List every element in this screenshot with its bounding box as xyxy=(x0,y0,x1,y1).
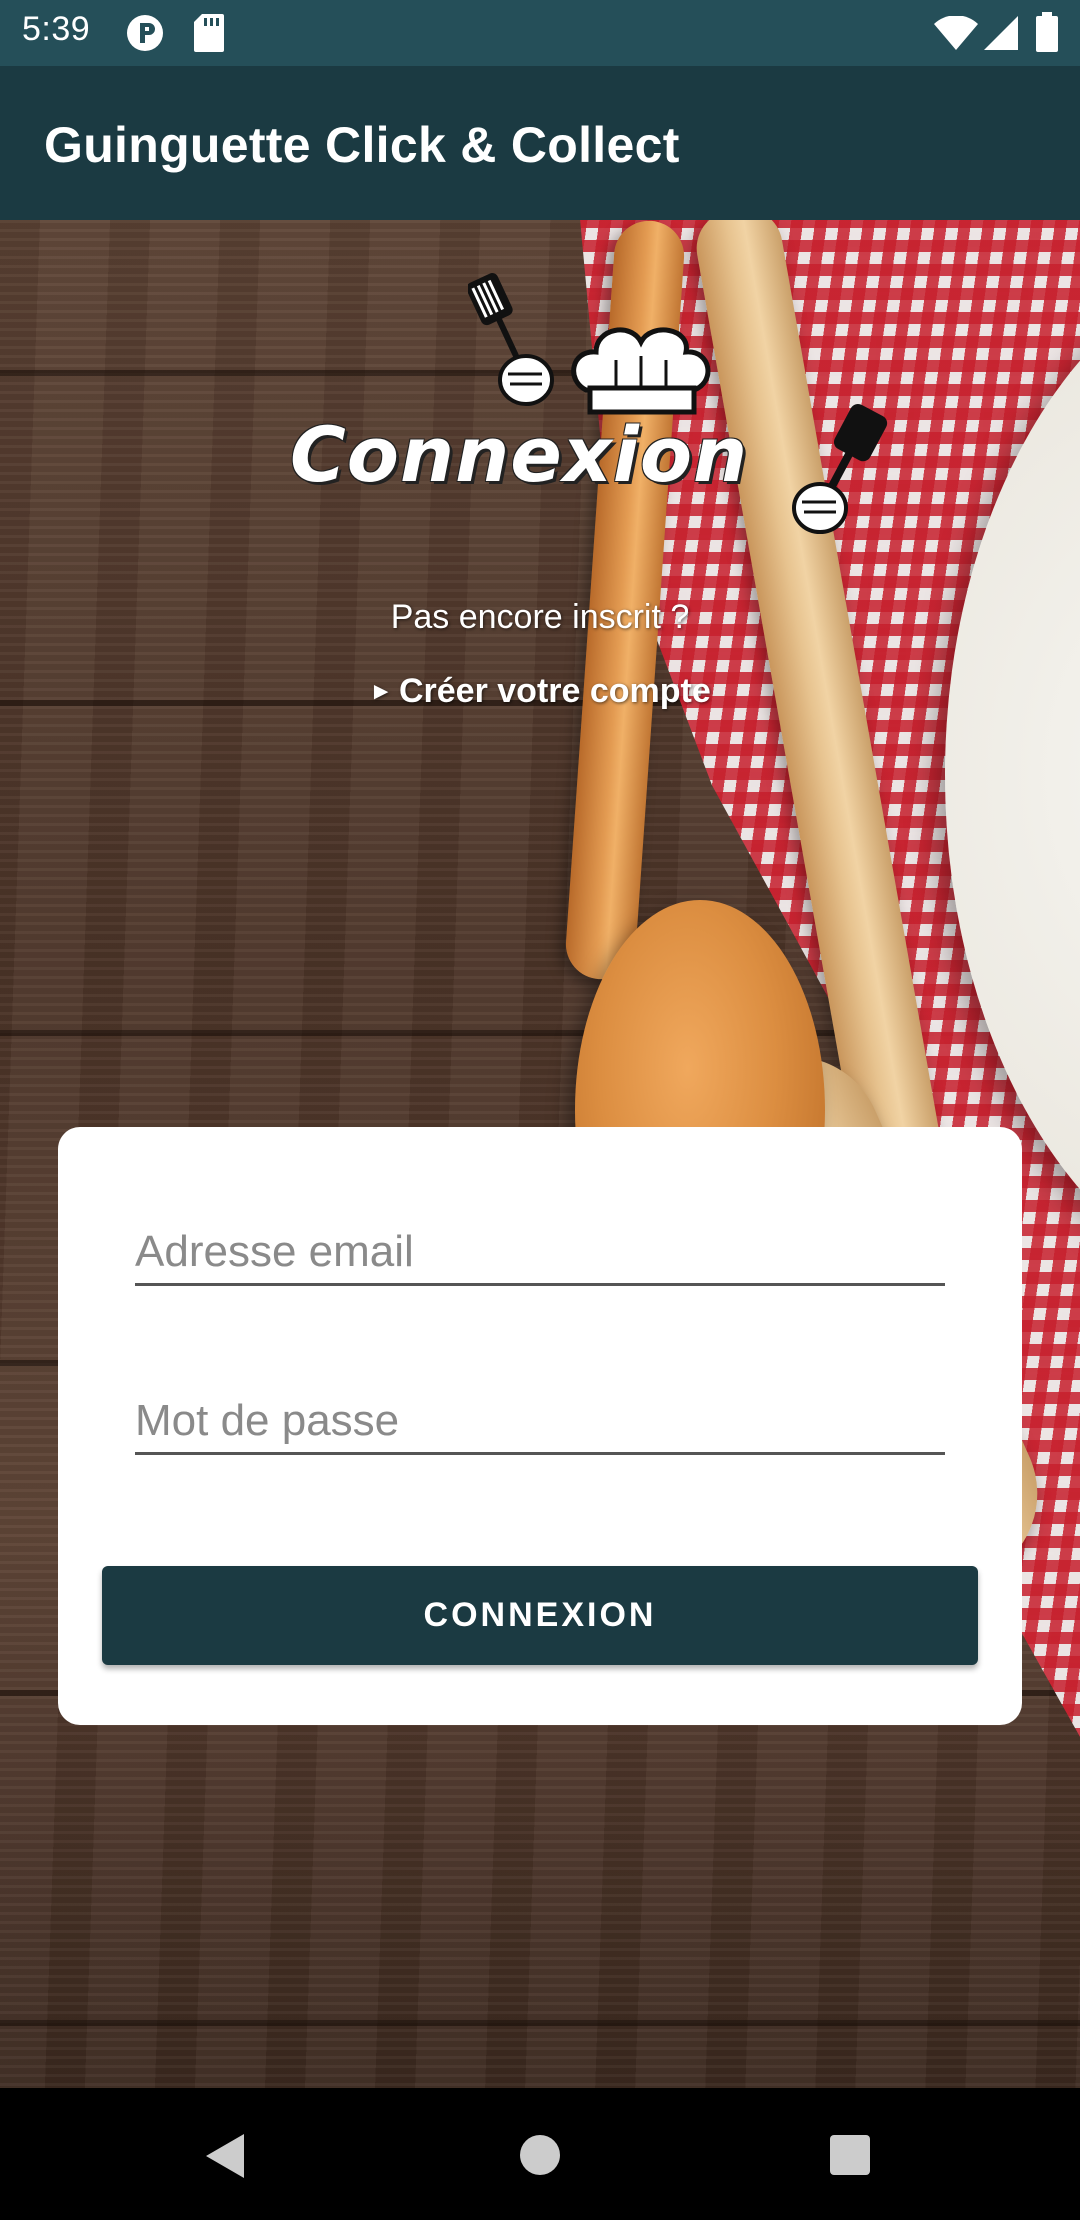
signup-question: Pas encore inscrit ? xyxy=(390,598,690,636)
battery-icon xyxy=(1036,12,1058,52)
home-icon[interactable] xyxy=(519,2134,561,2181)
status-bar: 5:39 xyxy=(0,0,1080,66)
create-account-label: Créer votre compte xyxy=(398,672,711,710)
recents-icon[interactable] xyxy=(829,2134,871,2181)
sd-card-icon xyxy=(194,14,224,52)
app-bar: Guinguette Click & Collect xyxy=(0,66,1080,220)
app-title: Guinguette Click & Collect xyxy=(44,117,680,173)
back-icon[interactable] xyxy=(206,2134,246,2183)
password-input[interactable] xyxy=(135,1396,945,1446)
status-time: 5:39 xyxy=(22,10,91,48)
connexion-logo: Connexion xyxy=(280,260,900,550)
create-account-link[interactable]: ► Créer votre compte xyxy=(0,672,1080,711)
logo-text: Connexion xyxy=(290,410,749,499)
wifi-icon xyxy=(934,16,978,50)
signal-icon xyxy=(984,16,1018,50)
spatula-glove-icon xyxy=(468,273,554,406)
navigation-bar xyxy=(0,2088,1080,2220)
email-field[interactable] xyxy=(135,1213,945,1286)
spatula-glove-icon xyxy=(792,403,888,534)
login-button[interactable]: CONNEXION xyxy=(102,1566,978,1665)
p-badge-icon xyxy=(126,14,164,52)
arrow-right-icon: ► xyxy=(369,678,393,705)
chef-hat-icon xyxy=(571,327,711,415)
password-field[interactable] xyxy=(135,1382,945,1455)
email-input[interactable] xyxy=(135,1227,945,1277)
